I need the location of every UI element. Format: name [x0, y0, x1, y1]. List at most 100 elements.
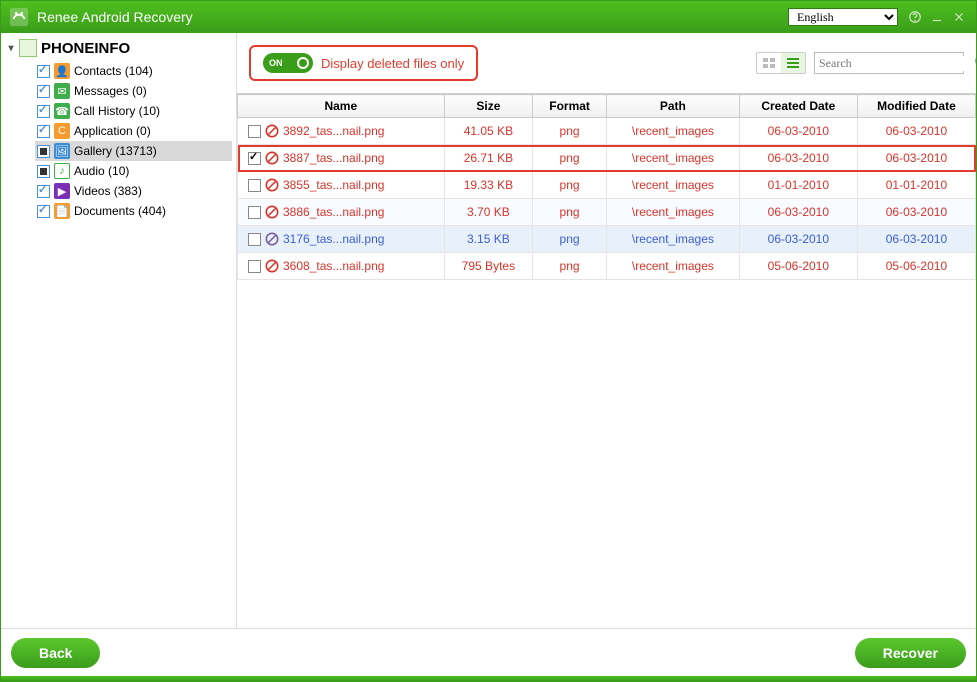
cell: 3.15 KB	[444, 226, 533, 253]
category-label: Documents (404)	[74, 204, 166, 218]
titlebar: Renee Android Recovery English	[1, 1, 976, 33]
category-label: Audio (10)	[74, 164, 129, 178]
sidebar-item-0[interactable]: 👤Contacts (104)	[35, 61, 232, 81]
column-header[interactable]: Created Date	[739, 95, 857, 118]
sidebar-item-4[interactable]: 🖼Gallery (13713)	[35, 141, 232, 161]
table-row[interactable]: 3855_tas...nail.png19.33 KBpng\recent_im…	[238, 172, 976, 199]
cell: 06-03-2010	[857, 145, 975, 172]
back-button[interactable]: Back	[11, 638, 100, 668]
category-icon: ✉	[54, 83, 70, 99]
category-icon: 👤	[54, 63, 70, 79]
sidebar-item-3[interactable]: CApplication (0)	[35, 121, 232, 141]
minimize-button[interactable]	[926, 6, 948, 28]
language-select[interactable]: English	[788, 8, 898, 26]
sidebar-item-7[interactable]: 📄 Documents (404)	[35, 201, 232, 221]
cell: 06-03-2010	[857, 118, 975, 145]
category-icon: 📄	[54, 203, 70, 219]
sidebar-item-5[interactable]: ♪Audio (10)	[35, 161, 232, 181]
phone-icon	[19, 39, 37, 57]
cell: png	[533, 253, 607, 280]
deleted-icon	[265, 151, 279, 165]
cell: 06-03-2010	[739, 226, 857, 253]
file-name: 3855_tas...nail.png	[283, 178, 384, 192]
list-view-button[interactable]	[781, 53, 805, 73]
table-row[interactable]: 3892_tas...nail.png41.05 KBpng\recent_im…	[238, 118, 976, 145]
category-label: Application (0)	[74, 124, 151, 138]
file-name: 3176_tas...nail.png	[283, 232, 384, 246]
row-checkbox[interactable]	[248, 179, 261, 192]
app-logo-icon	[7, 5, 31, 29]
sidebar-item-2[interactable]: ☎Call History (10)	[35, 101, 232, 121]
category-checkbox[interactable]	[37, 85, 50, 98]
grid-view-button[interactable]	[757, 53, 781, 73]
cell: \recent_images	[606, 253, 739, 280]
toolbar: ON Display deleted files only	[237, 33, 976, 93]
cell: 06-03-2010	[739, 145, 857, 172]
row-checkbox[interactable]	[248, 206, 261, 219]
cell: 06-03-2010	[857, 199, 975, 226]
sidebar-item-6[interactable]: ▶Videos (383)	[35, 181, 232, 201]
cell: \recent_images	[606, 226, 739, 253]
cell: png	[533, 199, 607, 226]
close-button[interactable]	[948, 6, 970, 28]
cell: 795 Bytes	[444, 253, 533, 280]
row-checkbox[interactable]	[248, 260, 261, 273]
table-row[interactable]: 3608_tas...nail.png795 Bytespng\recent_i…	[238, 253, 976, 280]
table-row[interactable]: 3887_tas...nail.png26.71 KBpng\recent_im…	[238, 145, 976, 172]
cell: 3.70 KB	[444, 199, 533, 226]
footer: Back Recover	[1, 628, 976, 676]
column-header[interactable]: Path	[606, 95, 739, 118]
deleted-icon	[265, 259, 279, 273]
recover-button[interactable]: Recover	[855, 638, 966, 668]
cell: 41.05 KB	[444, 118, 533, 145]
file-table: NameSizeFormatPathCreated DateModified D…	[237, 94, 976, 280]
row-checkbox[interactable]	[248, 152, 261, 165]
switch-on-label: ON	[269, 58, 283, 68]
category-label: Videos (383)	[74, 184, 142, 198]
cell: \recent_images	[606, 145, 739, 172]
column-header[interactable]: Modified Date	[857, 95, 975, 118]
app-title: Renee Android Recovery	[37, 9, 193, 25]
search-input[interactable]	[819, 56, 974, 71]
deleted-icon	[265, 178, 279, 192]
cell: png	[533, 172, 607, 199]
search-box[interactable]: 🔍	[814, 52, 964, 74]
cell: 26.71 KB	[444, 145, 533, 172]
category-checkbox[interactable]	[37, 105, 50, 118]
column-header[interactable]: Format	[533, 95, 607, 118]
category-checkbox[interactable]	[37, 65, 50, 78]
cell: \recent_images	[606, 199, 739, 226]
device-name-label: PHONEINFO	[41, 40, 130, 57]
deleted-only-switch[interactable]: ON	[263, 53, 313, 73]
table-row[interactable]: 3176_tas...nail.png 3.15 KBpng\recent_ima…	[238, 226, 976, 253]
cell: 01-01-2010	[857, 172, 975, 199]
cell: 01-01-2010	[739, 172, 857, 199]
deleted-icon	[265, 232, 279, 246]
cell: png	[533, 145, 607, 172]
column-header[interactable]: Size	[444, 95, 533, 118]
collapse-icon[interactable]: ▾	[5, 43, 17, 54]
cell: png	[533, 226, 607, 253]
view-mode-buttons	[756, 52, 806, 74]
category-checkbox[interactable]	[37, 125, 50, 138]
device-root-node[interactable]: ▾ PHONEINFO	[5, 39, 232, 57]
deleted-icon	[265, 124, 279, 138]
column-header[interactable]: Name	[238, 95, 445, 118]
category-checkbox[interactable]	[37, 205, 50, 218]
category-checkbox[interactable]	[37, 165, 50, 178]
file-name: 3886_tas...nail.png	[283, 205, 384, 219]
sidebar-item-1[interactable]: ✉Messages (0)	[35, 81, 232, 101]
cell: png	[533, 118, 607, 145]
cell: 19.33 KB	[444, 172, 533, 199]
category-checkbox[interactable]	[37, 145, 50, 158]
table-row[interactable]: 3886_tas...nail.png 3.70 KBpng\recent_ima…	[238, 199, 976, 226]
cell: 05-06-2010	[739, 253, 857, 280]
category-checkbox[interactable]	[37, 185, 50, 198]
cell: 06-03-2010	[857, 226, 975, 253]
row-checkbox[interactable]	[248, 125, 261, 138]
cell: 06-03-2010	[739, 118, 857, 145]
help-button[interactable]	[904, 6, 926, 28]
row-checkbox[interactable]	[248, 233, 261, 246]
search-icon[interactable]: 🔍	[974, 56, 976, 70]
cell: 06-03-2010	[739, 199, 857, 226]
